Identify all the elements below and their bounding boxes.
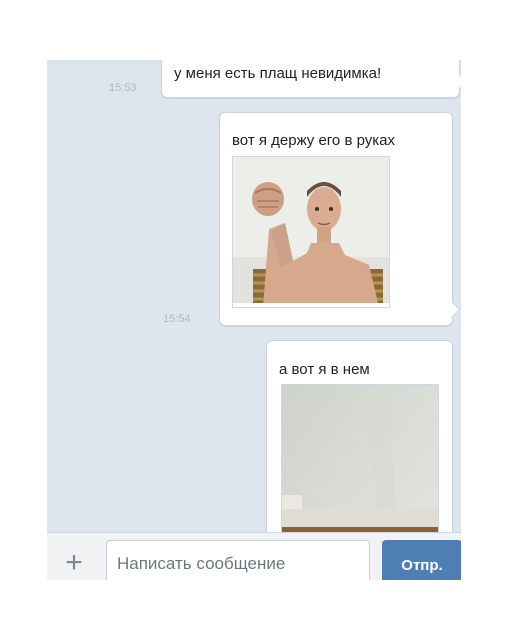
attached-photo[interactable] bbox=[232, 156, 390, 308]
message-input[interactable] bbox=[106, 540, 370, 580]
message-bubble[interactable]: вот я держу его в руках bbox=[219, 112, 461, 326]
message-timestamp: 15:54 bbox=[163, 313, 191, 325]
message-text: вот я держу его в руках bbox=[232, 132, 395, 149]
message-composer: + Отпр. bbox=[47, 532, 461, 580]
bubble-tail bbox=[451, 73, 461, 90]
plus-icon[interactable]: + bbox=[53, 543, 95, 580]
chat-screen: 15:53 у меня есть плащ невидимка! вот я … bbox=[47, 60, 461, 580]
message-bubble[interactable]: у меня есть плащ невидимка! bbox=[161, 60, 461, 98]
bubble-tail bbox=[444, 301, 461, 318]
send-button[interactable]: Отпр. bbox=[382, 540, 461, 580]
message-text: у меня есть плащ невидимка! bbox=[174, 65, 382, 82]
man-raising-fist-image bbox=[233, 157, 389, 307]
message-timestamp: 15:53 bbox=[109, 82, 137, 94]
message-text: а вот я в нем bbox=[279, 361, 370, 378]
